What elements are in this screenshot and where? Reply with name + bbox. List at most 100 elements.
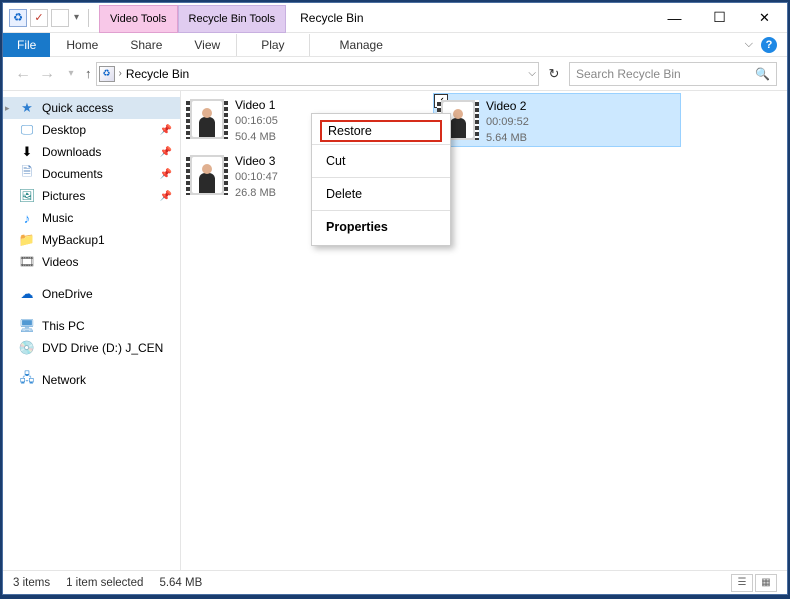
video-tools-label: Video Tools bbox=[110, 13, 166, 25]
search-input[interactable]: Search Recycle Bin 🔍 bbox=[569, 62, 777, 86]
file-size: 50.4 MB bbox=[235, 129, 278, 145]
onedrive-icon: ☁ bbox=[19, 286, 35, 302]
maximize-button[interactable]: ☐ bbox=[697, 4, 742, 32]
video-thumbnail bbox=[185, 151, 229, 199]
file-duration: 00:16:05 bbox=[235, 113, 278, 129]
help-icon[interactable]: ? bbox=[761, 37, 777, 53]
sidebar-item-desktop[interactable]: 🖵 Desktop 📌 bbox=[3, 119, 180, 141]
sidebar-item-label: MyBackup1 bbox=[42, 233, 105, 247]
sidebar-item-label: Videos bbox=[42, 255, 78, 269]
ribbon-tabs: File Home Share View Play Manage ⌵ ? bbox=[3, 33, 787, 57]
new-doc-qat-icon[interactable] bbox=[51, 9, 69, 27]
title-bar: ♻ ✓ ▾ Video Tools Recycle Bin Tools Recy… bbox=[3, 3, 787, 33]
file-size: 5.64 MB bbox=[486, 130, 529, 146]
sidebar-item-documents[interactable]: 🗎 Documents 📌 bbox=[3, 163, 180, 185]
address-bar-row: ← → ▾ ↑ ♻ › Recycle Bin ⌵ ↻ Search Recyc… bbox=[3, 57, 787, 91]
sidebar-item-label: Network bbox=[42, 373, 86, 387]
file-tab[interactable]: File bbox=[3, 33, 50, 57]
sidebar-item-onedrive[interactable]: ☁ OneDrive bbox=[3, 283, 180, 305]
sidebar-item-mybackup[interactable]: 📁 MyBackup1 bbox=[3, 229, 180, 251]
collapse-ribbon-icon[interactable]: ⌵ bbox=[745, 38, 753, 51]
file-duration: 00:10:47 bbox=[235, 169, 278, 185]
documents-icon: 🗎 bbox=[19, 166, 35, 182]
breadcrumb-separator-icon[interactable]: › bbox=[119, 68, 122, 79]
refresh-button[interactable]: ↻ bbox=[543, 66, 565, 82]
sidebar-item-downloads[interactable]: ⬇ Downloads 📌 bbox=[3, 141, 180, 163]
sidebar-item-quick-access[interactable]: ▸ ★ Quick access bbox=[3, 97, 180, 119]
context-menu-restore[interactable]: Restore bbox=[320, 120, 442, 142]
file-item-video2[interactable]: ✓ Video 2 00:09:52 5.64 MB bbox=[433, 93, 681, 147]
sidebar-item-label: OneDrive bbox=[42, 287, 93, 301]
file-size: 26.8 MB bbox=[235, 185, 278, 201]
chevron-right-icon[interactable]: ▸ bbox=[5, 103, 10, 114]
downloads-icon: ⬇ bbox=[19, 144, 35, 160]
back-button[interactable]: ← bbox=[13, 65, 33, 83]
file-name: Video 2 bbox=[486, 98, 529, 114]
separator bbox=[312, 144, 450, 145]
video-tools-tab[interactable]: Video Tools bbox=[99, 5, 177, 33]
share-tab[interactable]: Share bbox=[114, 33, 178, 57]
sidebar-item-label: This PC bbox=[42, 319, 85, 333]
history-dropdown-icon[interactable]: ▾ bbox=[61, 68, 81, 79]
pin-icon: 📌 bbox=[160, 169, 172, 180]
recycle-tools-label: Recycle Bin Tools bbox=[189, 13, 276, 25]
sidebar-item-music[interactable]: ♪ Music bbox=[3, 207, 180, 229]
recycle-bin-tools-tab[interactable]: Recycle Bin Tools bbox=[178, 5, 287, 33]
home-tab[interactable]: Home bbox=[50, 33, 114, 57]
play-tab[interactable]: Play bbox=[237, 33, 308, 57]
explorer-window: ♻ ✓ ▾ Video Tools Recycle Bin Tools Recy… bbox=[2, 2, 788, 595]
sidebar-item-pictures[interactable]: 🖼 Pictures 📌 bbox=[3, 185, 180, 207]
videos-icon: 🎞 bbox=[19, 254, 35, 270]
sidebar-item-videos[interactable]: 🎞 Videos bbox=[3, 251, 180, 273]
pin-icon: 📌 bbox=[160, 191, 172, 202]
contextual-tabs: Video Tools Recycle Bin Tools bbox=[99, 3, 286, 33]
pin-icon: 📌 bbox=[160, 125, 172, 136]
pictures-icon: 🖼 bbox=[19, 188, 35, 204]
content-area[interactable]: Video 1 00:16:05 50.4 MB ✓ Video 2 00:09… bbox=[181, 91, 787, 570]
close-button[interactable]: ✕ bbox=[742, 4, 787, 32]
context-menu-properties[interactable]: Properties bbox=[312, 213, 450, 241]
context-menu: Restore Cut Delete Properties bbox=[311, 113, 451, 246]
sidebar-item-label: Music bbox=[42, 211, 73, 225]
sidebar-item-label: Downloads bbox=[42, 145, 101, 159]
details-view-button[interactable]: ☰ bbox=[731, 574, 753, 592]
ribbon-right: ⌵ ? bbox=[745, 37, 787, 53]
sidebar-item-label: Quick access bbox=[42, 101, 113, 115]
sidebar-item-label: Desktop bbox=[42, 123, 86, 137]
file-name: Video 3 bbox=[235, 153, 278, 169]
search-icon: 🔍 bbox=[755, 67, 770, 81]
disc-icon: 💿 bbox=[19, 340, 35, 356]
breadcrumb[interactable]: Recycle Bin bbox=[126, 67, 525, 81]
status-selected-count: 1 item selected bbox=[66, 577, 143, 589]
address-dropdown-icon[interactable]: ⌵ bbox=[528, 68, 536, 79]
thispc-icon: 🖥 bbox=[19, 318, 35, 334]
context-menu-cut[interactable]: Cut bbox=[312, 147, 450, 175]
sidebar-item-label: Pictures bbox=[42, 189, 85, 203]
music-icon: ♪ bbox=[19, 210, 35, 226]
separator bbox=[88, 9, 89, 27]
sidebar-item-thispc[interactable]: 🖥 This PC bbox=[3, 315, 180, 337]
view-tab[interactable]: View bbox=[178, 33, 236, 57]
qat-dropdown-icon[interactable]: ▾ bbox=[74, 12, 79, 23]
thumbnails-view-button[interactable]: ▦ bbox=[755, 574, 777, 592]
status-bar: 3 items 1 item selected 5.64 MB ☰ ▦ bbox=[3, 570, 787, 594]
window-controls: — ☐ ✕ bbox=[652, 4, 787, 32]
sidebar-item-label: DVD Drive (D:) J_CEN bbox=[42, 341, 163, 355]
window-title: Recycle Bin bbox=[300, 11, 652, 25]
up-button[interactable]: ↑ bbox=[85, 66, 92, 81]
properties-qat-icon[interactable]: ✓ bbox=[30, 9, 48, 27]
forward-button[interactable]: → bbox=[37, 65, 57, 83]
address-bar[interactable]: ♻ › Recycle Bin ⌵ bbox=[96, 62, 540, 86]
sidebar-item-network[interactable]: 🖧 Network bbox=[3, 369, 180, 391]
search-placeholder: Search Recycle Bin bbox=[576, 67, 681, 81]
sidebar-item-dvd[interactable]: 💿 DVD Drive (D:) J_CEN bbox=[3, 337, 180, 359]
status-selected-size: 5.64 MB bbox=[159, 577, 202, 589]
recycle-bin-icon[interactable]: ♻ bbox=[9, 9, 27, 27]
manage-tab[interactable]: Manage bbox=[310, 33, 413, 57]
status-item-count: 3 items bbox=[13, 577, 50, 589]
context-menu-delete[interactable]: Delete bbox=[312, 180, 450, 208]
video-thumbnail bbox=[185, 95, 229, 143]
minimize-button[interactable]: — bbox=[652, 4, 697, 32]
quick-access-toolbar: ♻ ✓ ▾ bbox=[3, 9, 99, 27]
desktop-icon: 🖵 bbox=[19, 122, 35, 138]
